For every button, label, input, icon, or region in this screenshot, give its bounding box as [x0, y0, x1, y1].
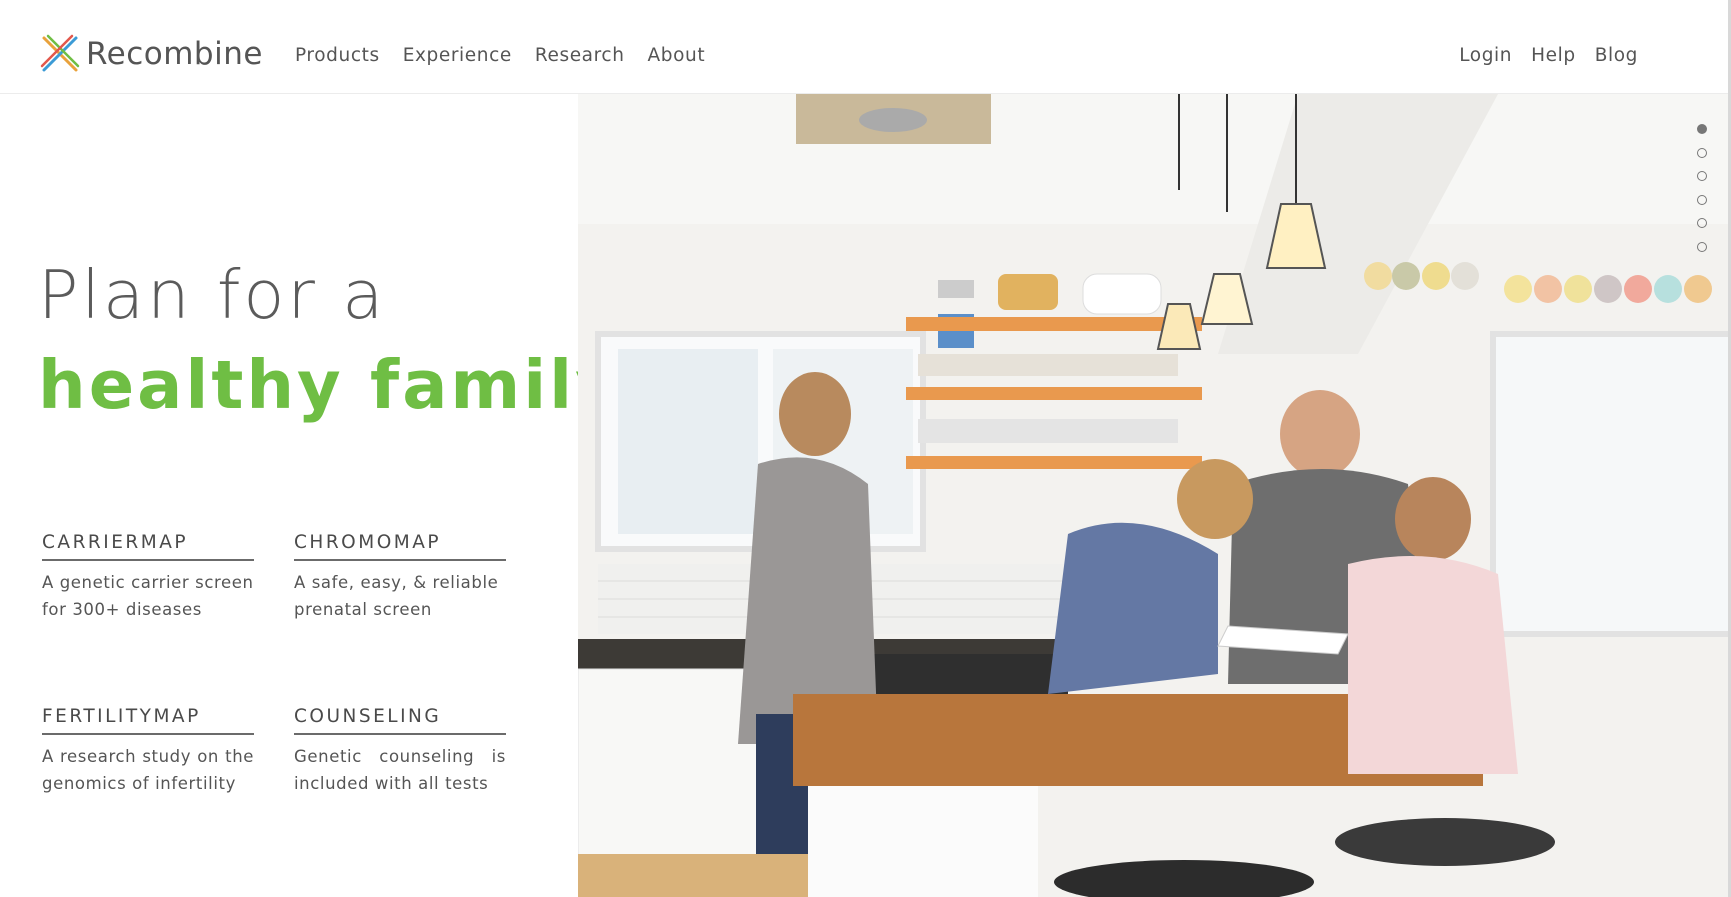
product-counseling[interactable]: COUNSELING Genetic counseling is include…: [294, 706, 506, 797]
product-description: Genetic counseling is included with all …: [294, 747, 506, 793]
carousel-dot[interactable]: [1697, 171, 1707, 182]
product-title[interactable]: FERTILITYMAP: [42, 706, 254, 735]
family-kitchen-photo-icon: [578, 94, 1731, 897]
brand-name: Recombine: [86, 36, 263, 72]
site-header: Recombine Products Experience Research A…: [0, 0, 1731, 94]
recombine-x-logo-icon: [40, 34, 80, 72]
main-nav: Products Experience Research About: [295, 45, 705, 66]
nav-about[interactable]: About: [648, 45, 706, 66]
utility-nav: Login Help Blog: [1459, 45, 1638, 66]
hero-headline-line2: healthy family: [38, 346, 622, 424]
carousel-dots: [1697, 124, 1709, 266]
hero-headline-line1: Plan for a: [38, 256, 387, 334]
hero-text-panel: Plan for a healthy family CARRIERMAP A g…: [0, 94, 619, 897]
carousel-dot[interactable]: [1697, 194, 1707, 205]
product-title[interactable]: CHROMOMAP: [294, 532, 506, 561]
product-carriermap[interactable]: CARRIERMAP A genetic carrier screen for …: [42, 532, 254, 623]
nav-experience[interactable]: Experience: [403, 45, 512, 66]
carousel-dot[interactable]: [1697, 147, 1707, 158]
nav-help[interactable]: Help: [1531, 45, 1576, 66]
product-description: A research study on the genomics of infe…: [42, 747, 254, 793]
product-chromomap[interactable]: CHROMOMAP A safe, easy, & reliable prena…: [294, 532, 506, 623]
carousel-dot[interactable]: [1697, 124, 1707, 134]
hero-photo: [578, 94, 1731, 897]
nav-blog[interactable]: Blog: [1595, 45, 1638, 66]
product-fertilitymap[interactable]: FERTILITYMAP A research study on the gen…: [42, 706, 254, 797]
logo[interactable]: Recombine: [40, 34, 263, 74]
nav-research[interactable]: Research: [535, 45, 625, 66]
product-title[interactable]: CARRIERMAP: [42, 532, 254, 561]
nav-login[interactable]: Login: [1459, 45, 1512, 66]
nav-products[interactable]: Products: [295, 45, 380, 66]
product-description: A genetic carrier screen for 300+ diseas…: [42, 573, 254, 619]
carousel-dot[interactable]: [1697, 218, 1707, 229]
carousel-dot[interactable]: [1697, 241, 1707, 252]
product-description: A safe, easy, & reliable prenatal screen: [294, 573, 499, 619]
product-title[interactable]: COUNSELING: [294, 706, 506, 735]
